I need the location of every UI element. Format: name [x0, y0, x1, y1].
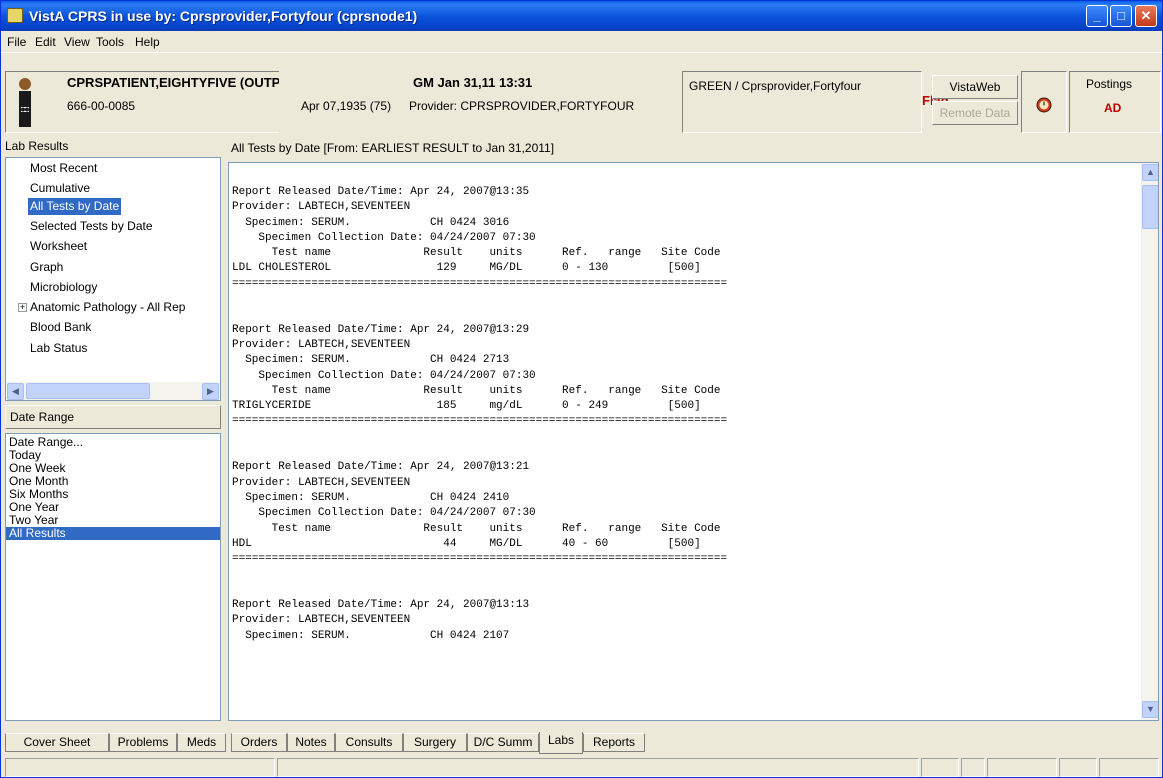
scroll-thumb[interactable]	[26, 383, 150, 399]
app-window: VistA CPRS in use by: Cprsprovider,Forty…	[0, 0, 1163, 778]
encounter-location: GM Jan 31,11 13:31	[413, 75, 533, 90]
window-title: VistA CPRS in use by: Cprsprovider,Forty…	[29, 8, 418, 24]
menu-edit[interactable]: Edit	[35, 35, 56, 49]
scroll-left-arrow-icon[interactable]: ◀	[7, 383, 24, 400]
patient-ssn: 666-00-0085	[67, 99, 136, 113]
status-cell	[1059, 758, 1097, 777]
tab-consults[interactable]: Consults	[335, 733, 403, 752]
tree-item-selected-tests-by-date[interactable]: Selected Tests by Date	[30, 218, 153, 235]
report-text-area[interactable]: Report Released Date/Time: Apr 24, 2007@…	[228, 162, 1159, 721]
tree-item-blood-bank[interactable]: Blood Bank	[30, 319, 91, 336]
tab-orders[interactable]: Orders	[231, 733, 287, 752]
tree-item-most-recent[interactable]: Most Recent	[30, 160, 97, 177]
date-range-list[interactable]: Date Range... Today One Week One Month S…	[5, 433, 221, 721]
horizontal-scrollbar[interactable]: ◀ ▶	[6, 382, 220, 400]
tab-dc-summ[interactable]: D/C Summ	[467, 733, 539, 752]
close-button[interactable]: ✕	[1135, 5, 1157, 27]
chart-tabs: Cover Sheet Problems Meds Orders Notes C…	[1, 732, 1162, 754]
tab-surgery[interactable]: Surgery	[403, 733, 467, 752]
maximize-button[interactable]: □	[1110, 5, 1132, 27]
menu-bar: File Edit View Tools Help	[1, 31, 1162, 53]
title-bar[interactable]: VistA CPRS in use by: Cprsprovider,Forty…	[1, 1, 1162, 31]
scroll-up-arrow-icon[interactable]: ▲	[1142, 164, 1158, 181]
tree-item-graph[interactable]: Graph	[30, 259, 63, 276]
tree-item-microbiology[interactable]: Microbiology	[30, 279, 97, 296]
menu-help[interactable]: Help	[135, 35, 160, 49]
lab-results-tree[interactable]: Most Recent Cumulative All Tests by Date…	[5, 157, 221, 401]
patient-dob: Apr 07,1935 (75)	[301, 99, 392, 113]
scroll-right-arrow-icon[interactable]: ▶	[202, 383, 219, 400]
status-bar	[1, 756, 1162, 778]
alarm-clock-icon[interactable]	[1035, 95, 1053, 113]
tab-notes[interactable]: Notes	[287, 733, 335, 752]
status-cell	[1099, 758, 1159, 777]
date-range-label: Date Range	[5, 405, 221, 429]
remote-data-button[interactable]: Remote Data	[932, 101, 1018, 125]
tree-item-worksheet[interactable]: Worksheet	[30, 238, 87, 255]
tab-meds[interactable]: Meds	[177, 733, 226, 752]
tree-item-cumulative[interactable]: Cumulative	[30, 180, 90, 197]
team-label: GREEN / Cprsprovider,Fortyfour	[689, 79, 862, 93]
status-cell	[961, 758, 985, 777]
expand-icon[interactable]: +	[18, 303, 27, 312]
date-range-item-selected[interactable]: All Results	[6, 527, 220, 540]
postings-label: Postings	[1086, 77, 1133, 91]
tab-reports[interactable]: Reports	[583, 733, 645, 752]
lab-results-label: Lab Results	[5, 139, 69, 153]
status-cell	[277, 758, 919, 777]
status-cell	[5, 758, 275, 777]
tree-item-anatomic-pathology[interactable]: Anatomic Pathology - All Rep	[30, 299, 185, 316]
tab-labs[interactable]: Labs	[539, 732, 583, 754]
status-cell	[921, 758, 959, 777]
patient-icon	[9, 75, 63, 129]
tree-item-all-tests-by-date[interactable]: All Tests by Date	[28, 198, 122, 215]
menu-tools[interactable]: Tools	[96, 35, 124, 49]
vistaweb-button[interactable]: VistaWeb	[932, 75, 1018, 99]
app-icon	[7, 8, 23, 23]
vertical-scrollbar[interactable]: ▲ ▼	[1141, 163, 1158, 720]
scroll-thumb[interactable]	[1142, 185, 1158, 229]
minimize-button[interactable]: _	[1086, 5, 1108, 27]
tab-cover-sheet[interactable]: Cover Sheet	[5, 733, 109, 752]
scroll-down-arrow-icon[interactable]: ▼	[1142, 701, 1158, 718]
status-cell	[987, 758, 1057, 777]
report-header: All Tests by Date [From: EARLIEST RESULT…	[231, 141, 555, 155]
menu-view[interactable]: View	[64, 35, 90, 49]
postings-value: AD	[1104, 101, 1122, 115]
tab-problems[interactable]: Problems	[109, 733, 177, 752]
tree-item-lab-status[interactable]: Lab Status	[30, 340, 87, 357]
encounter-provider: Provider: CPRSPROVIDER,FORTYFOUR	[409, 99, 635, 113]
report-text: Report Released Date/Time: Apr 24, 2007@…	[232, 186, 728, 642]
menu-file[interactable]: File	[7, 35, 26, 49]
